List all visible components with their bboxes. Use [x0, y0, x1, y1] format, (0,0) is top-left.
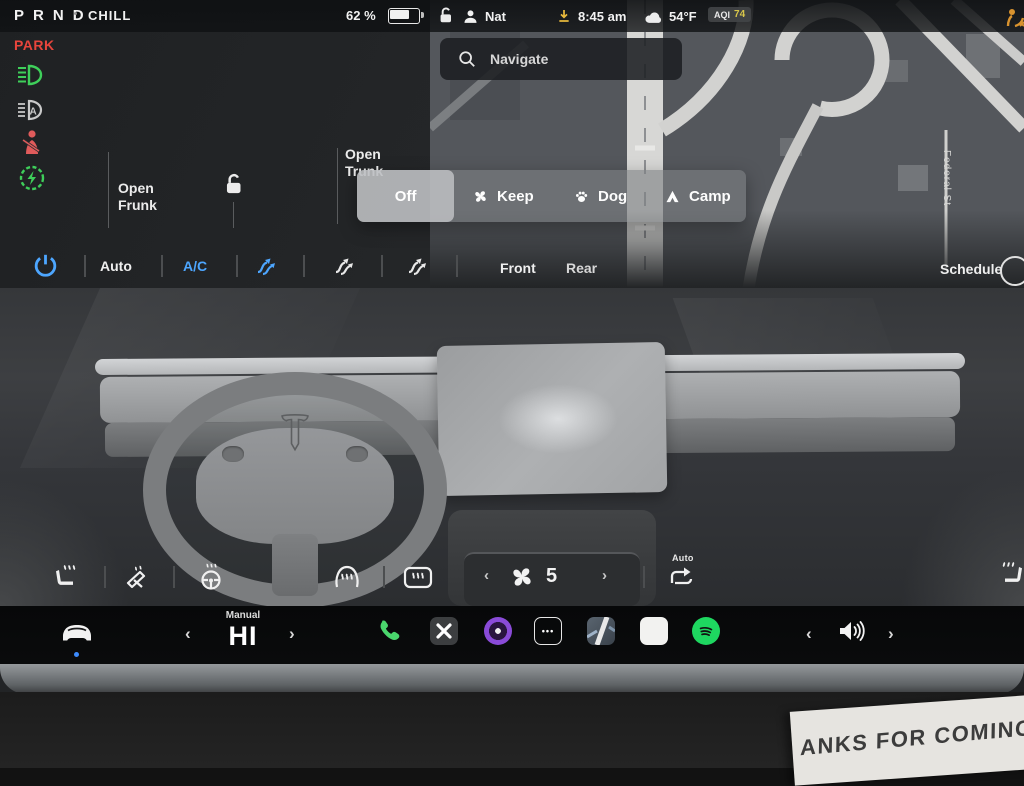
drive-mode-label: CHILL: [88, 8, 131, 23]
schedule-button[interactable]: Schedule: [940, 261, 1002, 277]
airbag-warning-icon: [1002, 6, 1024, 28]
auto-headlight-icon: A: [16, 97, 46, 123]
gear-d[interactable]: D: [73, 7, 86, 24]
segment-dog[interactable]: Dog: [552, 170, 649, 222]
open-frunk-button[interactable]: Open Frunk: [118, 180, 157, 214]
volume-down-button[interactable]: ‹: [806, 625, 812, 642]
notes-app-icon[interactable]: [640, 617, 668, 645]
street-label: Federal St: [941, 150, 952, 206]
spotify-app-icon[interactable]: [692, 617, 720, 645]
temperature-control[interactable]: Manual HI: [213, 610, 273, 652]
car-status-icon[interactable]: [58, 618, 96, 646]
profile-name: Nat: [485, 9, 506, 24]
scroll-wheel-right: [346, 446, 368, 462]
outside-temp: 54°F: [669, 9, 697, 24]
regen-brake-icon: [18, 164, 48, 190]
door-unlock-icon[interactable]: [221, 172, 247, 198]
gear-r[interactable]: R: [33, 7, 46, 24]
profile[interactable]: Nat: [462, 5, 506, 27]
steering-column: [272, 534, 318, 596]
temp-down-button[interactable]: ‹: [185, 625, 191, 642]
notification-dot: [74, 652, 79, 657]
sign-text: ANKS FOR COMING: [800, 715, 1024, 762]
separator-dot: [74, 12, 77, 15]
segment-off[interactable]: Off: [357, 170, 454, 222]
schedule-clock-icon[interactable]: [1000, 256, 1024, 286]
ac-button[interactable]: A/C: [183, 258, 207, 274]
navigate-placeholder: Navigate: [490, 51, 548, 67]
navigate-search[interactable]: Navigate: [440, 38, 682, 80]
gear-selector[interactable]: PRND: [14, 7, 93, 24]
seat-heater-left-icon[interactable]: [52, 563, 84, 591]
temp-mode-label: Manual: [213, 610, 273, 621]
cloud-icon: [644, 9, 663, 24]
rear-climate-tab[interactable]: Rear: [566, 260, 597, 276]
clock: 8:45 am: [578, 9, 626, 24]
media-app-icon[interactable]: [484, 617, 512, 645]
seatbelt-warning-icon: [18, 128, 48, 154]
segment-keep[interactable]: Keep: [454, 170, 551, 222]
vent-center-icon[interactable]: [332, 253, 358, 277]
rear-defrost-icon[interactable]: [402, 565, 434, 590]
phone-app-icon[interactable]: [376, 617, 404, 645]
maps-app-icon[interactable]: [587, 617, 615, 645]
unlock-icon[interactable]: [436, 6, 456, 26]
headlight-on-icon: [16, 62, 46, 88]
app-launcher-icon[interactable]: •••: [534, 617, 562, 645]
tesla-touchscreen: Federal St Navigate PRND CHILL 62 % Nat: [0, 0, 1024, 692]
frunk-divider: [108, 152, 109, 228]
seat-heater-right-icon[interactable]: [994, 560, 1024, 588]
front-climate-tab[interactable]: Front: [500, 260, 536, 276]
search-icon: [458, 50, 476, 68]
app-dock: ‹ Manual HI › ••• ‹ ›: [0, 606, 1024, 664]
temp-up-button[interactable]: ›: [289, 625, 295, 642]
screen-bottom-bezel: [0, 664, 1024, 692]
cabin-protection-control: Off Keep Dog Camp: [357, 170, 746, 222]
trunk-divider: [337, 148, 338, 224]
cabin-visualization: [0, 288, 1024, 606]
scroll-wheel-left: [222, 446, 244, 462]
status-bar: PRND CHILL 62 % Nat 8:45 am 54°F: [0, 0, 1024, 32]
gear-n[interactable]: N: [53, 7, 66, 24]
fan-icon: [472, 188, 489, 205]
volume-up-button[interactable]: ›: [888, 625, 894, 642]
tent-icon: [664, 188, 681, 205]
climate-power-icon[interactable]: [32, 252, 59, 279]
unlock-divider: [233, 202, 234, 228]
recirc-auto-label: Auto: [672, 553, 694, 563]
tesla-logo: [278, 410, 312, 454]
weather-group[interactable]: 54°F: [644, 5, 697, 27]
map-fade: [430, 210, 1024, 296]
volume-icon[interactable]: [836, 618, 866, 644]
person-icon: [462, 8, 479, 25]
paw-icon: [573, 188, 590, 205]
vent-passenger-icon[interactable]: [405, 253, 431, 277]
x-app-icon[interactable]: [430, 617, 458, 645]
battery-icon: [388, 8, 420, 24]
aqi-badge[interactable]: AQI 74: [708, 7, 751, 22]
vent-driver-icon[interactable]: [254, 253, 280, 277]
gear-p[interactable]: P: [14, 7, 26, 24]
front-defrost-icon[interactable]: [332, 563, 362, 591]
fan-speed-icon: [508, 563, 536, 591]
aqi-value: 74: [734, 9, 745, 20]
aqi-label: AQI: [714, 10, 730, 20]
clock-group: 8:45 am: [556, 5, 626, 27]
svg-text:A: A: [30, 107, 37, 118]
fan-speed-value: 5: [546, 565, 557, 588]
climate-auto-button[interactable]: Auto: [100, 258, 132, 274]
battery-percent[interactable]: 62 %: [346, 8, 376, 23]
steering-wheel-heat-icon[interactable]: [196, 562, 226, 592]
center-display: [437, 342, 668, 496]
fan-speed-down-button[interactable]: ‹: [484, 568, 489, 583]
wiper-heat-icon[interactable]: [122, 563, 154, 591]
park-indicator: PARK: [14, 37, 55, 53]
battery-tip: [421, 12, 424, 18]
recirculation-icon[interactable]: [666, 565, 696, 589]
center-console: [448, 510, 656, 606]
segment-camp[interactable]: Camp: [649, 170, 746, 222]
download-icon[interactable]: [556, 8, 572, 24]
temp-value: HI: [213, 621, 273, 652]
fan-speed-up-button[interactable]: ›: [602, 568, 607, 583]
